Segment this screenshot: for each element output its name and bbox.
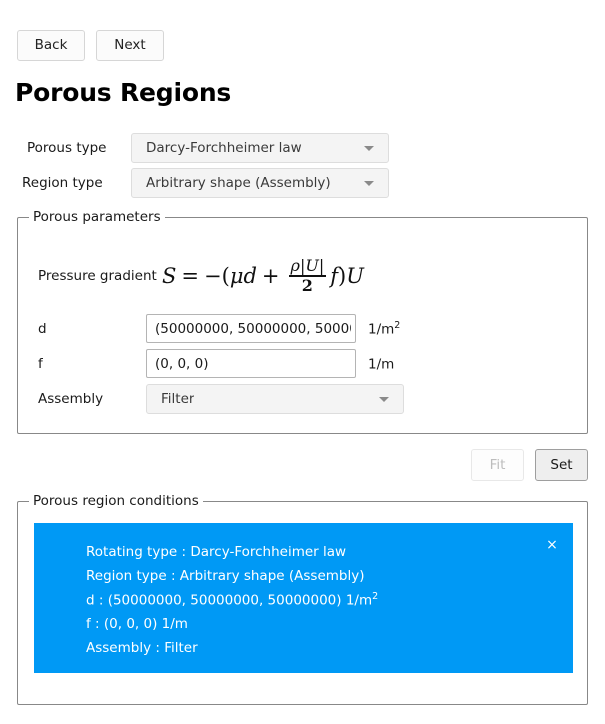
region-type-row: Region type Arbitrary shape (Assembly)	[22, 168, 389, 198]
equation-lhs-s: S	[162, 263, 177, 288]
equation-minus: −	[204, 263, 222, 288]
f-label: f	[38, 355, 43, 372]
pressure-gradient-label: Pressure gradient	[38, 267, 157, 284]
equation-equals: =	[181, 263, 199, 288]
equation-close-paren: )	[337, 263, 347, 288]
equation-fraction: ρ|U| 2	[288, 258, 327, 295]
porous-type-select[interactable]: Darcy-Forchheimer law	[131, 133, 389, 163]
pressure-gradient-equation: S = − ( μ d + ρ|U| 2 f ) U	[162, 258, 364, 294]
condition-line-d-exponent: 2	[372, 590, 379, 602]
assembly-label: Assembly	[38, 391, 104, 407]
assembly-value: Filter	[161, 391, 195, 407]
close-icon[interactable]: ×	[544, 537, 560, 553]
equation-f: f	[330, 263, 338, 288]
condition-line-assembly: Assembly : Filter	[86, 640, 198, 657]
region-type-value: Arbitrary shape (Assembly)	[146, 175, 331, 191]
region-type-select[interactable]: Arbitrary shape (Assembly)	[131, 168, 389, 198]
next-button[interactable]: Next	[96, 30, 164, 61]
condition-line-region-type: Region type : Arbitrary shape (Assembly)	[86, 567, 365, 584]
chevron-down-icon	[379, 397, 389, 402]
porous-region-conditions-legend: Porous region conditions	[29, 493, 203, 509]
equation-d: d	[243, 263, 257, 288]
condition-line-d-text: d : (50000000, 50000000, 50000000) 1/m	[86, 592, 373, 609]
condition-line-f: f : (0, 0, 0) 1/m	[86, 616, 188, 633]
equation-fraction-numerator: ρ|U|	[289, 258, 327, 275]
chevron-down-icon	[364, 181, 374, 186]
porous-type-value: Darcy-Forchheimer law	[146, 140, 302, 156]
f-parameter-row: f 1/m	[38, 349, 394, 378]
chevron-down-icon	[364, 146, 374, 151]
equation-fraction-denominator: 2	[301, 275, 313, 295]
f-unit-base: 1/m	[368, 356, 395, 373]
porous-type-label: Porous type	[27, 140, 107, 156]
d-unit: 1/m2	[368, 320, 400, 338]
equation-open-paren: (	[221, 263, 230, 288]
condition-line-d: d : (50000000, 50000000, 50000000) 1/m2	[86, 589, 573, 613]
pressure-gradient-row: Pressure gradient S = − ( μ d + ρ|U| 2 f…	[38, 258, 364, 294]
d-unit-exponent: 2	[394, 319, 401, 331]
d-label: d	[38, 320, 47, 337]
condition-card[interactable]: Rotating type : Darcy-Forchheimer law Re…	[34, 523, 573, 673]
condition-line-rotating-type: Rotating type : Darcy-Forchheimer law	[86, 544, 347, 560]
back-button[interactable]: Back	[17, 30, 85, 61]
action-buttons: Fit Set	[471, 449, 588, 481]
porous-parameters-group: Porous parameters Pressure gradient S = …	[17, 209, 588, 434]
equation-plus: +	[261, 263, 280, 288]
porous-region-conditions-group: Porous region conditions Rotating type :…	[17, 493, 588, 705]
d-parameter-row: d 1/m2	[38, 314, 400, 343]
equation-abs-u: |U|	[299, 256, 325, 275]
fit-button[interactable]: Fit	[471, 449, 524, 481]
d-input[interactable]	[146, 314, 356, 343]
f-input[interactable]	[146, 349, 356, 378]
porous-parameters-legend: Porous parameters	[29, 209, 165, 225]
set-button[interactable]: Set	[535, 449, 588, 481]
equation-u: U	[346, 263, 364, 288]
equation-rho: ρ	[290, 256, 300, 275]
assembly-select[interactable]: Filter	[146, 384, 404, 414]
page-title: Porous Regions	[15, 78, 232, 107]
d-unit-base: 1/m	[368, 321, 395, 338]
wizard-nav: Back Next	[17, 30, 164, 61]
equation-mu: μ	[229, 263, 244, 288]
region-type-label: Region type	[22, 175, 103, 191]
porous-type-row: Porous type Darcy-Forchheimer law	[27, 133, 389, 163]
assembly-parameter-row: Assembly Filter	[38, 384, 404, 414]
f-unit: 1/m	[368, 355, 395, 373]
